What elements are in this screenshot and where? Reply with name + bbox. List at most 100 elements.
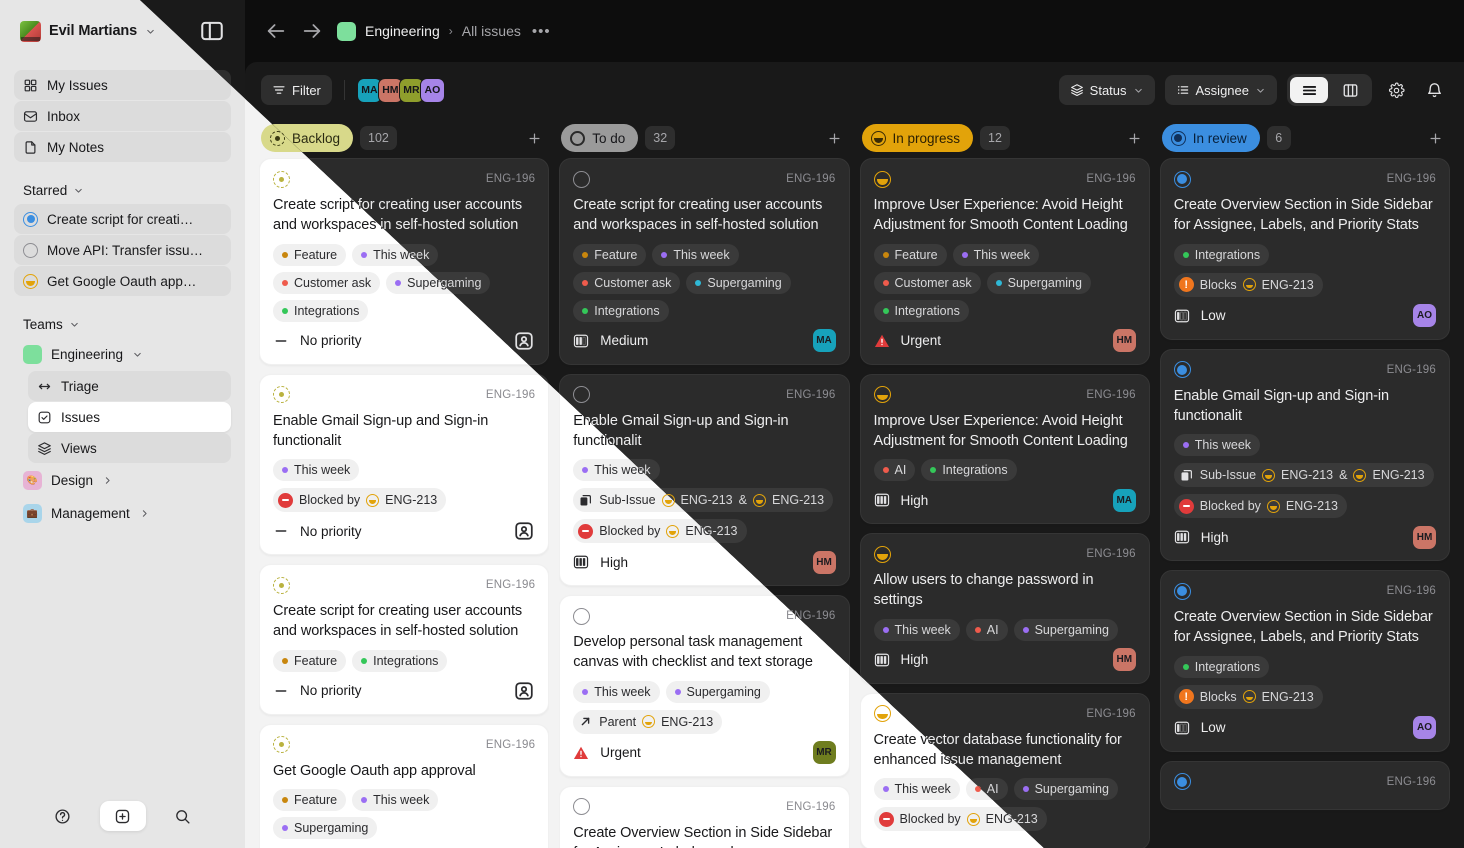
- assignee-control[interactable]: [513, 330, 535, 352]
- issue-status-icon[interactable]: [1173, 773, 1191, 791]
- status-group-button[interactable]: Status: [1058, 75, 1155, 105]
- column-status-chip[interactable]: To do: [561, 124, 639, 152]
- sidebar-toggle-icon[interactable]: [199, 18, 225, 44]
- breadcrumb-view[interactable]: All issues: [462, 23, 521, 39]
- assignee-control[interactable]: HM: [1413, 525, 1436, 549]
- starred-section-header[interactable]: Starred: [14, 176, 231, 204]
- priority-control[interactable]: Urgent: [874, 333, 941, 349]
- issue-status-icon[interactable]: [873, 170, 891, 188]
- team-engineering[interactable]: Engineering: [14, 338, 231, 370]
- issue-card[interactable]: ENG-196 Create script for creating user a…: [259, 564, 550, 715]
- starred-item[interactable]: Move API: Transfer issu…: [14, 235, 231, 265]
- sidebar-item-my-issues[interactable]: My Issues: [14, 70, 231, 100]
- relation-chip[interactable]: ! Blocks ENG-213: [1173, 684, 1323, 709]
- label-chip[interactable]: Feature: [273, 243, 347, 266]
- priority-control[interactable]: High: [1174, 529, 1229, 545]
- issue-status-icon[interactable]: [1173, 582, 1191, 600]
- priority-control[interactable]: High: [874, 652, 928, 668]
- label-chip[interactable]: Integrations: [352, 649, 448, 672]
- issue-card[interactable]: ENG-196 Create script for creating user a…: [559, 158, 850, 365]
- priority-control[interactable]: High: [573, 554, 628, 570]
- board-view-icon[interactable]: [1331, 77, 1369, 103]
- forward-button[interactable]: [301, 20, 323, 42]
- label-chip[interactable]: This week: [352, 789, 439, 812]
- label-chip[interactable]: Feature: [273, 789, 347, 812]
- add-issue-button[interactable]: [822, 125, 848, 151]
- priority-control[interactable]: Urgent: [573, 745, 641, 761]
- priority-control[interactable]: Medium: [573, 333, 648, 349]
- sidebar-item-views[interactable]: Views: [28, 433, 231, 463]
- label-chip[interactable]: Integrations: [921, 459, 1017, 482]
- teams-section-header[interactable]: Teams: [14, 310, 231, 338]
- priority-control[interactable]: Low: [1174, 308, 1226, 324]
- label-chip[interactable]: Feature: [573, 243, 647, 266]
- label-chip[interactable]: Supergaming: [1013, 778, 1118, 801]
- priority-control[interactable]: No priority: [273, 333, 362, 349]
- issue-card[interactable]: ENG-196 Enable Gmail Sign-up and Sign-in …: [1159, 348, 1450, 562]
- label-chip[interactable]: This week: [273, 459, 360, 482]
- issue-status-icon[interactable]: [273, 386, 290, 404]
- issue-card[interactable]: ENG-196 Allow users to change password in…: [859, 533, 1150, 684]
- filter-button[interactable]: Filter: [261, 75, 332, 105]
- label-chip[interactable]: Supergaming: [665, 680, 770, 703]
- issue-card[interactable]: ENG-196: [1159, 760, 1450, 810]
- label-chip[interactable]: Integrations: [573, 299, 669, 322]
- label-chip[interactable]: Customer ask: [573, 271, 681, 294]
- breadcrumb-team[interactable]: Engineering: [365, 23, 440, 39]
- column-status-chip[interactable]: In progress: [861, 124, 974, 152]
- issue-status-icon[interactable]: [273, 576, 290, 594]
- label-chip[interactable]: Integrations: [273, 299, 369, 322]
- assignee-group-button[interactable]: Assignee: [1164, 75, 1277, 105]
- priority-control[interactable]: Low: [1174, 720, 1226, 736]
- priority-control[interactable]: No priority: [273, 523, 362, 539]
- assignee-control[interactable]: AO: [1413, 716, 1436, 740]
- sidebar-item-inbox[interactable]: Inbox: [14, 101, 231, 131]
- add-issue-button[interactable]: [521, 125, 547, 151]
- issue-card[interactable]: ENG-196 Create Overview Section in Side S…: [559, 785, 850, 848]
- issue-status-icon[interactable]: [573, 607, 591, 625]
- label-chip[interactable]: This week: [573, 680, 660, 703]
- sidebar-item-issues[interactable]: Issues: [28, 402, 231, 432]
- assignee-control[interactable]: HM: [812, 550, 836, 574]
- priority-control[interactable]: No priority: [273, 683, 362, 699]
- add-issue-button[interactable]: [1422, 125, 1448, 151]
- relation-chip[interactable]: ! Blocks ENG-213: [1173, 272, 1323, 297]
- relation-chip[interactable]: Blocked by ENG-213: [1173, 494, 1348, 519]
- label-chip[interactable]: AI: [873, 459, 916, 482]
- issue-card[interactable]: ENG-196 Get Google Oauth app approval Feat…: [259, 723, 550, 848]
- column-status-chip[interactable]: In review: [1161, 124, 1260, 152]
- assignee-control[interactable]: [513, 680, 535, 702]
- issue-status-icon[interactable]: [273, 736, 290, 754]
- issue-card[interactable]: ENG-196 Improve User Experience: Avoid He…: [859, 158, 1150, 365]
- label-chip[interactable]: This week: [652, 243, 739, 266]
- label-chip[interactable]: This week: [952, 243, 1039, 266]
- team-management[interactable]: 💼 Management: [14, 497, 231, 529]
- relation-chip[interactable]: Blocked by ENG-213: [273, 488, 447, 513]
- back-button[interactable]: [265, 20, 287, 42]
- settings-button[interactable]: [1382, 76, 1410, 104]
- label-chip[interactable]: AI: [965, 618, 1008, 641]
- issue-card[interactable]: ENG-196 Enable Gmail Sign-up and Sign-in …: [259, 373, 550, 556]
- label-chip[interactable]: Supergaming: [1013, 618, 1118, 641]
- label-chip[interactable]: Integrations: [873, 299, 969, 322]
- label-chip[interactable]: This week: [1173, 434, 1261, 457]
- priority-control[interactable]: High: [874, 492, 928, 508]
- help-circle-button[interactable]: [48, 801, 78, 831]
- issue-card[interactable]: ENG-196 Create Overview Section in Side S…: [1159, 570, 1450, 752]
- assignee-control[interactable]: HM: [1112, 329, 1136, 353]
- label-chip[interactable]: Customer ask: [273, 271, 381, 294]
- issue-status-icon[interactable]: [873, 386, 891, 404]
- team-design[interactable]: 🎨 Design: [14, 464, 231, 496]
- label-chip[interactable]: Integrations: [1173, 655, 1270, 678]
- label-chip[interactable]: Feature: [873, 243, 947, 266]
- list-view-icon[interactable]: [1290, 77, 1328, 103]
- label-chip[interactable]: Supergaming: [686, 271, 791, 294]
- issue-status-icon[interactable]: [573, 386, 591, 404]
- issue-status-icon[interactable]: [573, 798, 591, 816]
- label-chip[interactable]: This week: [873, 778, 960, 801]
- label-chip[interactable]: Supergaming: [986, 271, 1091, 294]
- assignee-control[interactable]: MR: [812, 741, 836, 765]
- label-chip[interactable]: Feature: [273, 649, 347, 672]
- relation-chip[interactable]: Sub-IssueENG-213&ENG-213: [1173, 463, 1434, 488]
- issue-status-icon[interactable]: [273, 170, 290, 188]
